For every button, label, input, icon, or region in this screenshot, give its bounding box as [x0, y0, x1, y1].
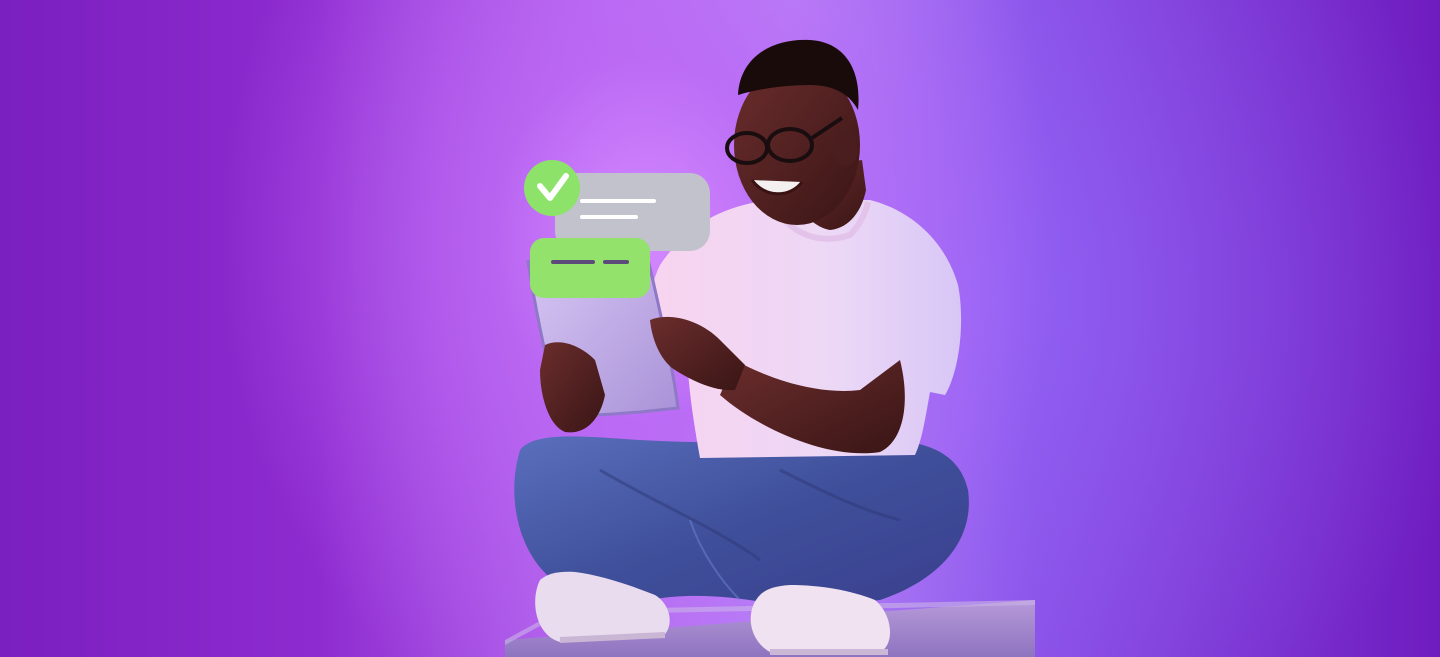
hero-banner	[0, 0, 1440, 657]
green-message-bubble	[530, 238, 650, 298]
check-icon	[524, 160, 580, 216]
person-illustration	[505, 39, 1035, 657]
head	[725, 39, 860, 225]
